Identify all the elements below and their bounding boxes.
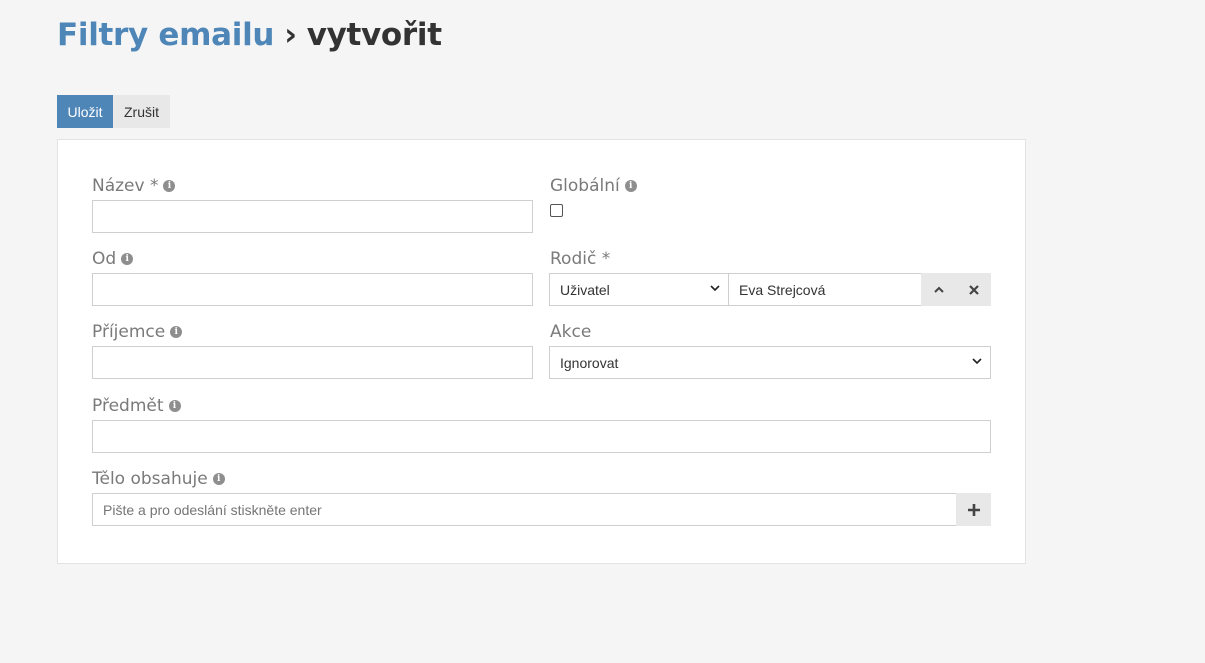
from-input[interactable] (92, 273, 533, 306)
from-label-text: Od (92, 249, 117, 269)
breadcrumb-separator: › (284, 17, 297, 53)
action-buttons: Uložit Zrušit (57, 95, 170, 128)
global-label: Globální i (550, 176, 637, 196)
page-header: Filtry emailu › vytvořit (57, 17, 442, 53)
name-label: Název * i (92, 176, 176, 196)
plus-icon (967, 503, 980, 516)
info-icon[interactable]: i (121, 253, 134, 265)
add-body-term-button[interactable] (956, 493, 991, 526)
parent-select-button[interactable] (921, 273, 957, 306)
action-value: Ignorovat (560, 354, 619, 371)
body-contains-input[interactable] (92, 493, 957, 526)
parent-label-text: Rodič * (550, 249, 611, 269)
cancel-button[interactable]: Zrušit (113, 95, 170, 128)
close-icon (969, 284, 979, 295)
info-icon[interactable]: i (163, 180, 176, 192)
from-label: Od i (92, 249, 134, 269)
chevron-down-icon (972, 358, 982, 365)
subject-input[interactable] (92, 420, 991, 453)
global-checkbox[interactable] (550, 204, 563, 217)
recipient-label-text: Příjemce (92, 322, 166, 342)
subject-label-text: Předmět (92, 396, 164, 416)
name-input[interactable] (92, 200, 533, 233)
chevron-up-icon (934, 286, 944, 293)
page-title: vytvořit (306, 17, 442, 53)
recipient-input[interactable] (92, 346, 533, 379)
info-icon[interactable]: i (624, 180, 637, 192)
parent-clear-button[interactable] (957, 273, 991, 306)
global-label-text: Globální (550, 176, 620, 196)
body-label-text: Tělo obsahuje (92, 469, 208, 489)
info-icon[interactable]: i (168, 400, 181, 412)
parent-type-select[interactable]: Uživatel (549, 273, 729, 306)
action-select[interactable]: Ignorovat (549, 346, 991, 379)
action-label: Akce (550, 322, 591, 342)
chevron-down-icon (710, 285, 720, 292)
parent-label: Rodič * (550, 249, 610, 269)
parent-entity-value: Eva Strejcová (739, 281, 826, 298)
action-label-text: Akce (550, 322, 592, 342)
parent-type-value: Uživatel (560, 281, 610, 298)
recipient-label: Příjemce i (92, 322, 183, 342)
body-label: Tělo obsahuje i (92, 469, 225, 489)
save-button[interactable]: Uložit (57, 95, 113, 128)
name-label-text: Název * (92, 176, 159, 196)
subject-label: Předmět i (92, 396, 181, 416)
breadcrumb-parent-link[interactable]: Filtry emailu (57, 17, 275, 53)
form-panel: Název * i Globální i Od i Rodič * Uživatel … (57, 139, 1026, 564)
info-icon[interactable]: i (170, 326, 183, 338)
info-icon[interactable]: i (212, 473, 225, 485)
parent-entity-field[interactable]: Eva Strejcová (728, 273, 921, 306)
